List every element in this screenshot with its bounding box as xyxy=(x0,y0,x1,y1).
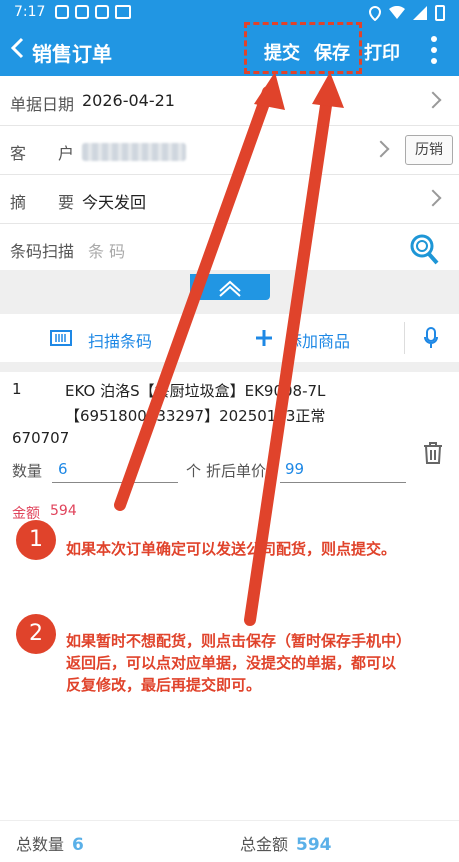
unit-label: 个 xyxy=(186,462,202,480)
date-value: 2026-04-21 xyxy=(82,91,175,110)
date-row[interactable]: 单据日期 2026-04-21 xyxy=(0,78,459,126)
total-qty-value: 6 xyxy=(72,835,84,855)
summary-label: 摘 要 xyxy=(10,193,75,212)
plus-icon xyxy=(256,330,272,346)
wifi-icon xyxy=(389,6,405,19)
annotation-badge-2: 2 xyxy=(16,614,56,654)
total-amount: 总金额 594 xyxy=(240,831,332,855)
notification-icon xyxy=(55,5,69,19)
annotation-badge-1: 1 xyxy=(16,520,56,560)
notification-icon xyxy=(95,5,109,19)
barcode-row: 条码扫描 条 码 xyxy=(0,225,459,273)
price-input[interactable]: 99 xyxy=(285,460,304,478)
qty-underline xyxy=(52,482,178,483)
item-name-line2: 【6951800033297】20250103正常 xyxy=(65,407,326,425)
history-button[interactable]: 历销 xyxy=(405,135,453,165)
vertical-divider xyxy=(404,322,405,354)
chevron-right-icon xyxy=(372,140,390,158)
price-label: 折后单价 xyxy=(206,462,267,480)
toolbar: 扫描条码 添加商品 xyxy=(0,314,459,362)
annotation-note-2-line: 返回后，可以点对应单据，没提交的单据，都可以 xyxy=(66,654,397,672)
add-product-button[interactable]: 添加商品 xyxy=(286,328,350,352)
qty-label: 数量 xyxy=(12,462,43,480)
app-bar: 销售订单 提交 保存 打印 xyxy=(0,26,459,76)
barcode-label: 条码扫描 xyxy=(10,242,75,261)
customer-value-blurred xyxy=(82,143,186,161)
chevron-right-icon xyxy=(424,189,442,207)
microphone-icon[interactable] xyxy=(424,327,438,349)
item-code: 670707 xyxy=(12,429,70,447)
annotation-note-1: 如果本次订单确定可以发送公司配货，则点提交。 xyxy=(66,540,397,558)
print-button[interactable]: 打印 xyxy=(364,39,400,65)
more-menu-button[interactable] xyxy=(431,36,437,64)
page-title: 销售订单 xyxy=(32,42,112,66)
summary-row[interactable]: 摘 要 今天发回 xyxy=(0,176,459,224)
trash-icon[interactable] xyxy=(422,441,444,465)
status-bar: 7:17 xyxy=(0,0,459,26)
amount-value: 594 xyxy=(50,503,77,519)
date-label: 单据日期 xyxy=(10,95,75,114)
total-qty-label: 总数量 xyxy=(16,835,65,854)
scan-barcode-button[interactable]: 扫描条码 xyxy=(88,328,152,352)
summary-value[interactable]: 今天发回 xyxy=(82,189,146,213)
system-icons xyxy=(369,5,445,21)
item-name-line1: EKO 泊洛S【餐厨垃圾盒】EK9008-7L xyxy=(65,382,326,400)
barcode-icon xyxy=(50,330,72,346)
status-time: 7:17 xyxy=(14,4,46,20)
order-item[interactable]: 1 EKO 泊洛S【餐厨垃圾盒】EK9008-7L 【6951800033297… xyxy=(0,372,459,527)
footer-summary: 总数量 6 总金额 594 xyxy=(0,820,459,862)
highlight-box xyxy=(244,22,362,74)
total-amount-value: 594 xyxy=(296,835,332,855)
customer-label: 客 户 xyxy=(10,144,75,163)
notification-icon xyxy=(75,5,89,19)
battery-icon xyxy=(435,5,445,21)
price-underline xyxy=(280,482,406,483)
chevron-up-icon xyxy=(219,280,241,297)
item-index: 1 xyxy=(12,380,22,398)
total-amount-label: 总金额 xyxy=(240,835,289,854)
signal-icon xyxy=(413,6,427,20)
qty-input[interactable]: 6 xyxy=(58,460,68,478)
search-icon[interactable] xyxy=(409,233,439,265)
notification-icons xyxy=(55,5,131,19)
back-arrow-icon xyxy=(10,37,24,59)
customer-row[interactable]: 客 户 历销 xyxy=(0,127,459,175)
back-button[interactable] xyxy=(10,37,24,63)
keyboard-icon xyxy=(115,5,131,19)
annotation-note-2-line: 反复修改，最后再提交即可。 xyxy=(66,676,262,694)
annotation-note-2: 如果暂时不想配货，则点击保存（暂时保存手机中） 返回后，可以点对应单据，没提交的… xyxy=(66,630,411,696)
annotation-note-2-line: 如果暂时不想配货，则点击保存（暂时保存手机中） xyxy=(66,632,412,650)
barcode-input[interactable]: 条 码 xyxy=(88,238,125,262)
total-qty: 总数量 6 xyxy=(16,831,84,855)
divider-band xyxy=(0,362,459,372)
location-icon xyxy=(369,5,381,21)
chevron-right-icon xyxy=(424,91,442,109)
collapse-button[interactable] xyxy=(190,274,270,300)
